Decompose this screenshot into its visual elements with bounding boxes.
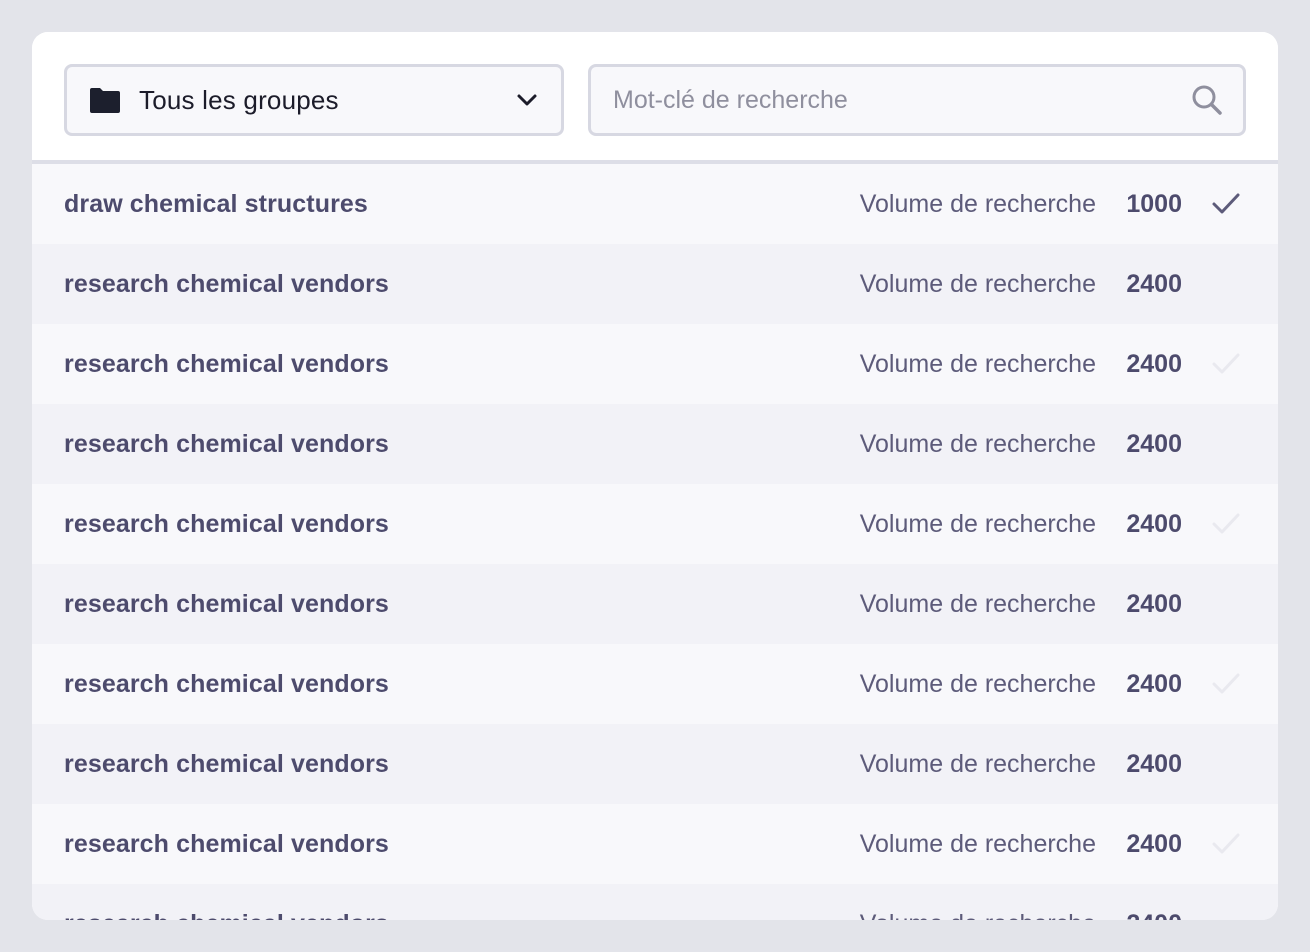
keyword-text: research chemical vendors — [64, 910, 860, 920]
keyword-row[interactable]: research chemical vendors Volume de reche… — [32, 484, 1278, 564]
search-volume-label: Volume de recherche — [859, 749, 1096, 778]
keyword-row[interactable]: draw chemical structures Volume de recher… — [32, 164, 1278, 244]
search-volume-value: 2400 — [1126, 749, 1182, 778]
search-field[interactable] — [588, 64, 1246, 136]
app-frame: Tous les groupes draw chemical structure… — [0, 0, 1310, 952]
keyword-row[interactable]: research chemical vendors Volume de reche… — [32, 724, 1278, 804]
chevron-down-icon — [515, 88, 539, 112]
search-volume-value: 1000 — [1126, 189, 1182, 218]
checkmark-icon[interactable] — [1206, 910, 1246, 920]
search-input[interactable] — [611, 84, 1189, 116]
search-volume-value: 2400 — [1126, 349, 1182, 378]
group-filter-label: Tous les groupes — [139, 84, 339, 115]
search-volume-label: Volume de recherche — [859, 269, 1096, 298]
search-volume-value: 2400 — [1126, 269, 1182, 298]
keyword-row[interactable]: research chemical vendors Volume de reche… — [32, 804, 1278, 884]
keyword-text: research chemical vendors — [64, 509, 389, 538]
search-volume-label: Volume de recherche — [859, 509, 1096, 538]
keyword-text: draw chemical structures — [64, 189, 368, 218]
toolbar: Tous les groupes — [32, 32, 1278, 164]
search-volume-value: 2400 — [1126, 669, 1182, 698]
checkmark-icon[interactable] — [1206, 428, 1246, 460]
keyword-row[interactable]: research chemical vendors Volume de reche… — [32, 324, 1278, 404]
checkmark-icon[interactable] — [1206, 188, 1246, 220]
search-volume-value: 2400 — [1126, 429, 1182, 458]
checkmark-icon[interactable] — [1206, 508, 1246, 540]
search-volume-label: Volume de recherche — [859, 349, 1096, 378]
keyword-row[interactable]: research chemical vendors Volume de reche… — [32, 564, 1278, 644]
folder-icon — [89, 86, 121, 114]
keyword-text: research chemical vendors — [64, 269, 389, 298]
keyword-row[interactable]: research chemical vendors Volume de reche… — [32, 244, 1278, 324]
search-volume-label: Volume de recherche — [859, 589, 1096, 618]
keyword-text: research chemical vendors — [64, 429, 389, 458]
checkmark-icon[interactable] — [1206, 748, 1246, 780]
search-volume-label: Volume de recherche — [859, 669, 1096, 698]
checkmark-icon[interactable] — [1206, 588, 1246, 620]
keyword-list: draw chemical structures Volume de recher… — [32, 164, 1278, 920]
search-volume-value: 2400 — [1126, 589, 1182, 618]
keyword-row[interactable]: research chemical vendors Volume de reche… — [32, 644, 1278, 724]
keyword-row[interactable]: research chemical vendorsVolume de reche… — [32, 884, 1278, 920]
checkmark-icon[interactable] — [1206, 668, 1246, 700]
search-volume-label: Volume de recherche — [859, 429, 1096, 458]
keyword-text: research chemical vendors — [64, 669, 389, 698]
search-volume-value: 2400 — [1126, 829, 1182, 858]
checkmark-icon[interactable] — [1206, 828, 1246, 860]
search-volume-label: Volume de recherche — [860, 910, 1096, 920]
search-volume-label: Volume de recherche — [859, 189, 1096, 218]
keyword-text: research chemical vendors — [64, 349, 389, 378]
keyword-text: research chemical vendors — [64, 749, 389, 778]
checkmark-icon[interactable] — [1206, 348, 1246, 380]
search-volume-value: 2400 — [1126, 509, 1182, 538]
checkmark-icon[interactable] — [1206, 268, 1246, 300]
keyword-text: research chemical vendors — [64, 589, 389, 618]
keyword-text: research chemical vendors — [64, 829, 389, 858]
keyword-panel: Tous les groupes draw chemical structure… — [32, 32, 1278, 920]
search-volume-label: Volume de recherche — [859, 829, 1096, 858]
group-filter-dropdown[interactable]: Tous les groupes — [64, 64, 564, 136]
search-volume-value: 2400 — [1118, 910, 1182, 920]
search-icon[interactable] — [1189, 82, 1225, 118]
keyword-row[interactable]: research chemical vendors Volume de reche… — [32, 404, 1278, 484]
